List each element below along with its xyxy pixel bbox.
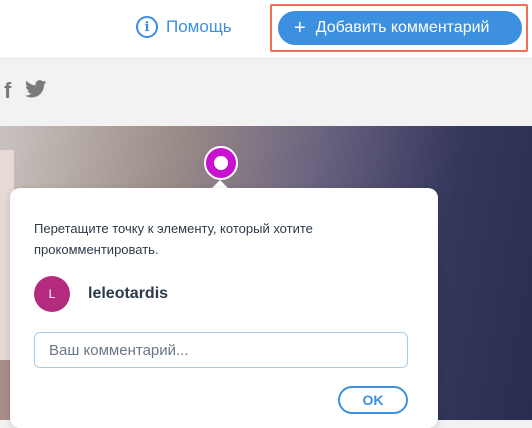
facebook-icon[interactable]: f bbox=[4, 78, 11, 104]
plus-icon: + bbox=[294, 17, 306, 39]
comment-pin-handle[interactable] bbox=[204, 146, 238, 180]
pin-center bbox=[214, 156, 228, 170]
ok-button[interactable]: OK bbox=[338, 386, 408, 414]
popup-instruction: Перетащите точку к элементу, который хот… bbox=[34, 221, 313, 257]
info-icon: i bbox=[136, 16, 158, 38]
comment-input[interactable] bbox=[34, 332, 408, 368]
help-link[interactable]: i Помощь bbox=[136, 14, 232, 40]
avatar: L bbox=[34, 276, 70, 312]
add-comment-label: Добавить комментарий bbox=[315, 19, 490, 36]
top-bar: i Помощь + Добавить комментарий bbox=[0, 0, 532, 59]
help-label: Помощь bbox=[166, 17, 232, 36]
username: leleotardis bbox=[88, 285, 169, 302]
comment-author: L leleotardis bbox=[34, 276, 168, 312]
social-links: f bbox=[0, 78, 47, 104]
add-comment-highlight: + Добавить комментарий bbox=[270, 4, 528, 52]
comment-popup: Перетащите точку к элементу, который хот… bbox=[10, 188, 438, 428]
add-comment-button[interactable]: + Добавить комментарий bbox=[278, 11, 522, 45]
twitter-icon[interactable] bbox=[25, 79, 47, 103]
